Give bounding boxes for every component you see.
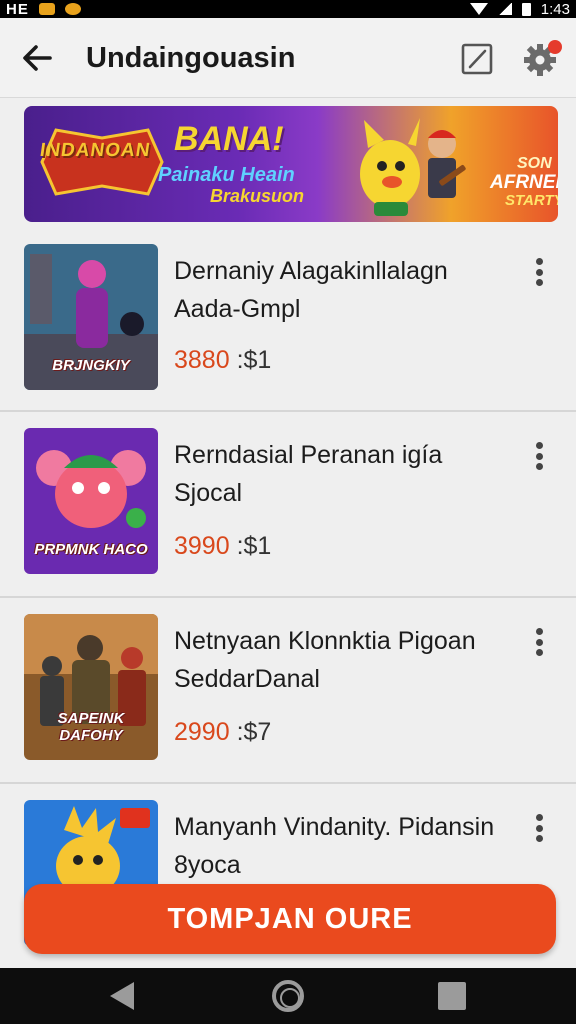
banner-side-line-1: SON [516, 155, 552, 172]
nav-recents-icon[interactable] [438, 982, 466, 1010]
edit-square-icon [461, 43, 493, 75]
arrow-left-icon [23, 45, 52, 71]
edit-button[interactable] [458, 40, 496, 78]
price-suffix: :$1 [229, 346, 272, 374]
notification-badge [548, 40, 562, 54]
banner-side-line-2: AFRNELL [490, 171, 558, 193]
game-badge: SAPEINK DAFOHY [57, 710, 125, 744]
more-options-button[interactable] [530, 814, 548, 842]
status-bar: HE 1:43 [0, 0, 576, 18]
banner-tagline: Brakusuon [210, 186, 305, 206]
game-title: Manyanh Vindanity. Pidansin 8yoca [174, 813, 495, 879]
mascot-illustration [360, 118, 466, 216]
game-price: 3990 :$1 [174, 532, 271, 561]
settings-button[interactable] [522, 38, 562, 78]
price-value: 2990 [174, 718, 230, 746]
wifi-icon [469, 3, 488, 15]
list-item[interactable]: PRPMNK HACO Rerndasial Peranan igía Sjoc… [0, 412, 576, 598]
nav-back-icon[interactable] [110, 982, 134, 1010]
game-thumbnail[interactable]: PRPMNK HACO [24, 428, 158, 574]
price-suffix: :$7 [229, 718, 272, 746]
game-price: 3880 :$1 [174, 346, 271, 375]
game-price: 2990 :$7 [174, 718, 271, 747]
game-title: Dernaniy Alagakinllalagn Aada-Gmpl [174, 257, 448, 323]
list-item[interactable]: BRJNGKIY Dernaniy Alagakinllalagn Aada-G… [0, 226, 576, 412]
game-title: Rerndasial Peranan igía Sjocal [174, 441, 443, 507]
game-thumbnail[interactable]: SAPEINK DAFOHY [24, 614, 158, 760]
promo-banner[interactable]: INDANOAN BANA! Painaku Heain Brakusuon S… [24, 106, 558, 222]
banner-side-text: SON AFRNELL STARTY [490, 155, 558, 209]
app-bar: Undaingouasin [0, 18, 576, 98]
notification-icon [38, 3, 55, 15]
clock: 1:43 [540, 0, 570, 18]
battery-icon [521, 2, 531, 16]
game-title: Netnyaan Klonnktia Pigoan SeddarDanal [174, 627, 476, 693]
list-item[interactable]: SAPEINK DAFOHY Netnyaan Klonnktia Pigoan… [0, 598, 576, 784]
back-button[interactable] [18, 38, 58, 78]
nav-home-icon[interactable] [272, 980, 304, 1012]
more-options-button[interactable] [530, 628, 548, 656]
banner-headline: BANA! [174, 120, 284, 158]
app-notification-icon [64, 3, 81, 15]
banner-side-line-3: STARTY [505, 191, 558, 209]
signal-icon [497, 3, 512, 15]
system-nav-bar [0, 968, 576, 1024]
primary-action-button[interactable]: TOMPJAN OURE [24, 884, 556, 954]
game-badge: BRJNGKIY [52, 357, 130, 374]
game-thumbnail[interactable]: BRJNGKIY [24, 244, 158, 390]
more-options-button[interactable] [530, 442, 548, 470]
banner-subtitle: Painaku Heain [158, 164, 295, 186]
more-options-button[interactable] [530, 258, 548, 286]
game-logo-emblem [40, 128, 164, 196]
page-title: Undaingouasin [86, 42, 296, 74]
price-suffix: :$1 [229, 532, 272, 560]
carrier-label: HE [6, 0, 29, 18]
game-badge: PRPMNK HACO [34, 541, 148, 558]
price-value: 3880 [174, 346, 230, 374]
price-value: 3990 [174, 532, 230, 560]
game-logo-text: INDANOAN [38, 140, 152, 161]
